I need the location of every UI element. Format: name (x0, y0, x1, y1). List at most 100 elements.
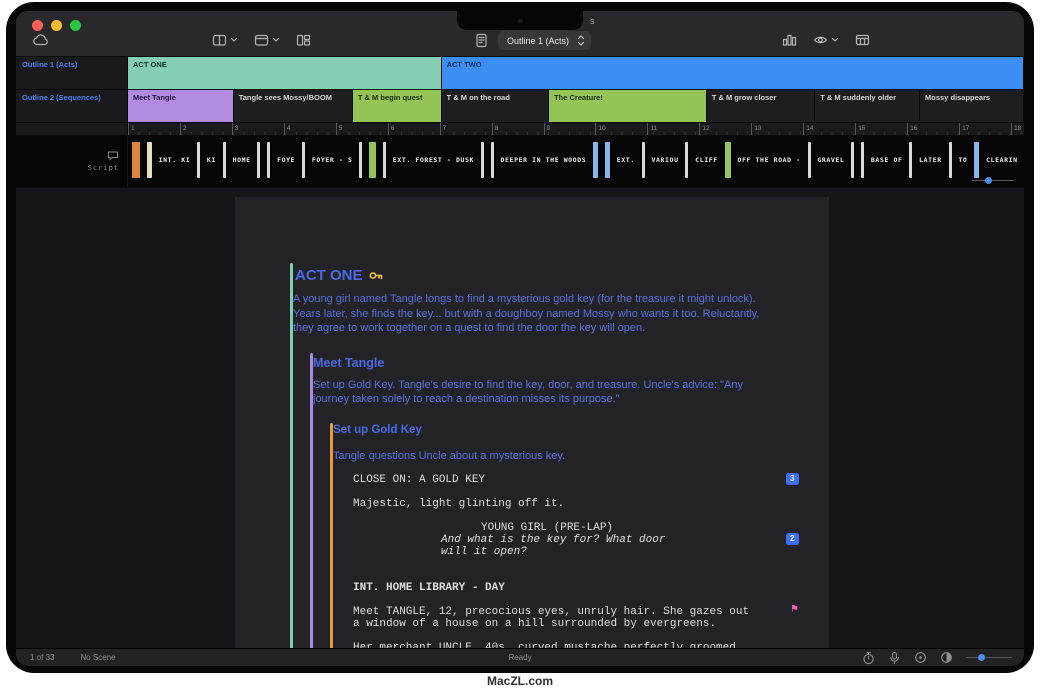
scene-strip-label[interactable]: CLEARIN (986, 156, 1018, 164)
minimize-button[interactable] (51, 20, 62, 31)
board-view-button[interactable] (296, 33, 311, 47)
ruler-page-number: 3 (232, 123, 239, 135)
up-down-chevrons-icon (576, 34, 586, 47)
focus-icon[interactable] (914, 651, 927, 664)
editor-area[interactable]: ACT ONE A young girl named Tangle longs … (16, 188, 1024, 648)
script-element-shot[interactable]: CLOSE ON: A GOLD KEY3 (353, 474, 759, 486)
scene-strip-label[interactable]: DEEPER IN THE WOODS (501, 156, 587, 164)
bookmark-flag-icon[interactable]: ⚑ (790, 605, 799, 615)
scene-strip-label[interactable]: KI (207, 156, 216, 164)
stats-chart-button[interactable] (782, 33, 797, 47)
timeline-block[interactable]: ACT ONE (128, 57, 442, 89)
mic-icon[interactable] (888, 651, 901, 665)
scene-strip-label[interactable]: LATER (919, 156, 942, 164)
scene-group-heading[interactable]: Set up Gold Key (333, 424, 829, 436)
status-text: Ready (508, 653, 531, 662)
scene-group-synopsis[interactable]: Tangle questions Uncle about a mysteriou… (333, 450, 829, 462)
split-view-button[interactable] (212, 33, 238, 47)
scene-color-bar[interactable] (491, 142, 494, 178)
timeline-block[interactable]: Tangle sees Mossy/BOOM (234, 90, 353, 122)
scene-color-bar[interactable] (642, 142, 645, 178)
scene-strip-label[interactable]: VARIOU (652, 156, 679, 164)
scene-strip-label[interactable]: BASE OF (871, 156, 903, 164)
script-element-action[interactable]: Meet TANGLE, 12, precocious eyes, unruly… (353, 606, 759, 630)
sequence-synopsis[interactable]: Set up Gold Key. Tangle's desire to find… (313, 378, 761, 407)
scene-color-bar[interactable] (605, 142, 610, 178)
timeline-zoom-slider[interactable] (972, 176, 1014, 184)
act-synopsis[interactable]: A young girl named Tangle longs to find … (293, 292, 769, 336)
close-button[interactable] (32, 20, 43, 31)
scene-color-bar[interactable] (257, 142, 260, 178)
scene-color-bar[interactable] (949, 142, 952, 178)
view-options-button[interactable] (813, 34, 839, 46)
timeline-block[interactable]: The Creature! (549, 90, 707, 122)
outline1-row-label[interactable]: Outline 1 (Acts) (16, 57, 128, 89)
scene-color-bar[interactable] (909, 142, 912, 178)
ruler-page-number: 11 (647, 123, 657, 135)
scene-color-bar[interactable] (147, 142, 152, 178)
scene-strip-label[interactable]: HOME (233, 156, 251, 164)
script-element-action[interactable]: Majestic, light glinting off it. (353, 498, 759, 510)
scene-color-bar[interactable] (861, 142, 864, 178)
comment-count-badge[interactable]: 3 (786, 473, 799, 485)
timer-icon[interactable] (862, 651, 875, 665)
scene-strip-label[interactable]: TO (958, 156, 967, 164)
timeline-block[interactable]: ACT TWO (442, 57, 1024, 89)
scene-color-bar[interactable] (267, 142, 270, 178)
scene-color-bar[interactable] (302, 142, 305, 178)
script-body[interactable]: CLOSE ON: A GOLD KEY3 Majestic, light gli… (353, 474, 759, 649)
scene-strip-label[interactable]: EXT. (617, 156, 635, 164)
outline2-row-label[interactable]: Outline 2 (Sequences) (16, 90, 128, 122)
scene-strip-label[interactable]: GRAVEL (817, 156, 844, 164)
ruler-track[interactable]: 123456789101112131415161718 (128, 123, 1024, 135)
script-element-dialogue[interactable]: And what is the key for? What doorwill i… (353, 534, 759, 558)
zoom-slider-knob[interactable] (985, 177, 992, 184)
timeline-block[interactable]: T & M grow closer (707, 90, 815, 122)
ruler-page-number: 8 (492, 123, 499, 135)
scene-color-bar[interactable] (132, 142, 140, 178)
sequence-heading[interactable]: Meet Tangle (313, 356, 829, 370)
appearance-moon-icon[interactable] (940, 651, 953, 664)
script-page-button[interactable] (474, 33, 489, 48)
timeline-block[interactable]: T & M on the road (442, 90, 550, 122)
brightness-slider-knob[interactable] (978, 654, 985, 661)
script-element-scene[interactable]: INT. HOME LIBRARY - DAY (353, 582, 759, 594)
timeline-block[interactable]: T & M suddenly older (815, 90, 920, 122)
outline-selector[interactable]: Outline 1 (Acts) (498, 31, 591, 50)
document-page[interactable]: ACT ONE A young girl named Tangle longs … (235, 197, 829, 648)
scene-color-bar[interactable] (369, 142, 376, 178)
scene-color-bar[interactable] (808, 142, 811, 178)
table-view-button[interactable] (855, 33, 870, 47)
window-view-button[interactable] (254, 33, 280, 47)
scene-color-bar[interactable] (359, 142, 362, 178)
comment-icon[interactable] (107, 151, 119, 161)
script-element-character[interactable]: YOUNG GIRL (PRE-LAP) (353, 522, 759, 534)
scene-color-bar[interactable] (685, 142, 688, 178)
scene-strip-label[interactable]: FOYE (277, 156, 295, 164)
scene-color-bar[interactable] (974, 142, 979, 178)
timeline-block[interactable]: Meet Tangle (128, 90, 234, 122)
brightness-slider[interactable] (966, 654, 1012, 662)
ruler-page-number: 14 (803, 123, 813, 135)
script-line: Meet TANGLE, 12, precocious eyes, unruly… (353, 606, 759, 618)
zoom-slider-track (972, 180, 1014, 181)
scene-strip-label[interactable]: CLIFF (695, 156, 718, 164)
scene-strip-label[interactable]: INT. KI (159, 156, 191, 164)
act-heading[interactable]: ACT ONE (295, 267, 829, 284)
scene-color-bar[interactable] (197, 142, 200, 178)
scene-strip-label[interactable]: OFF THE ROAD - (737, 156, 800, 164)
scene-color-bar[interactable] (593, 142, 598, 178)
scene-strip-label[interactable]: EXT. FOREST - DUSK (393, 156, 474, 164)
scene-color-bar[interactable] (383, 142, 386, 178)
scene-color-bar[interactable] (851, 142, 854, 178)
scene-color-bar[interactable] (223, 142, 226, 178)
timeline-block[interactable]: Mossy disappears (920, 90, 1024, 122)
scene-color-bar[interactable] (725, 142, 731, 178)
fullscreen-button[interactable] (70, 20, 81, 31)
scene-strip-label[interactable]: FOYER - S (312, 156, 353, 164)
outline2-track: Meet TangleTangle sees Mossy/BOOMT & M b… (128, 90, 1024, 122)
comment-count-badge[interactable]: 2 (786, 533, 799, 545)
cloud-sync-icon[interactable] (32, 33, 49, 47)
scene-color-bar[interactable] (481, 142, 484, 178)
timeline-block[interactable]: T & M begin quest (353, 90, 442, 122)
